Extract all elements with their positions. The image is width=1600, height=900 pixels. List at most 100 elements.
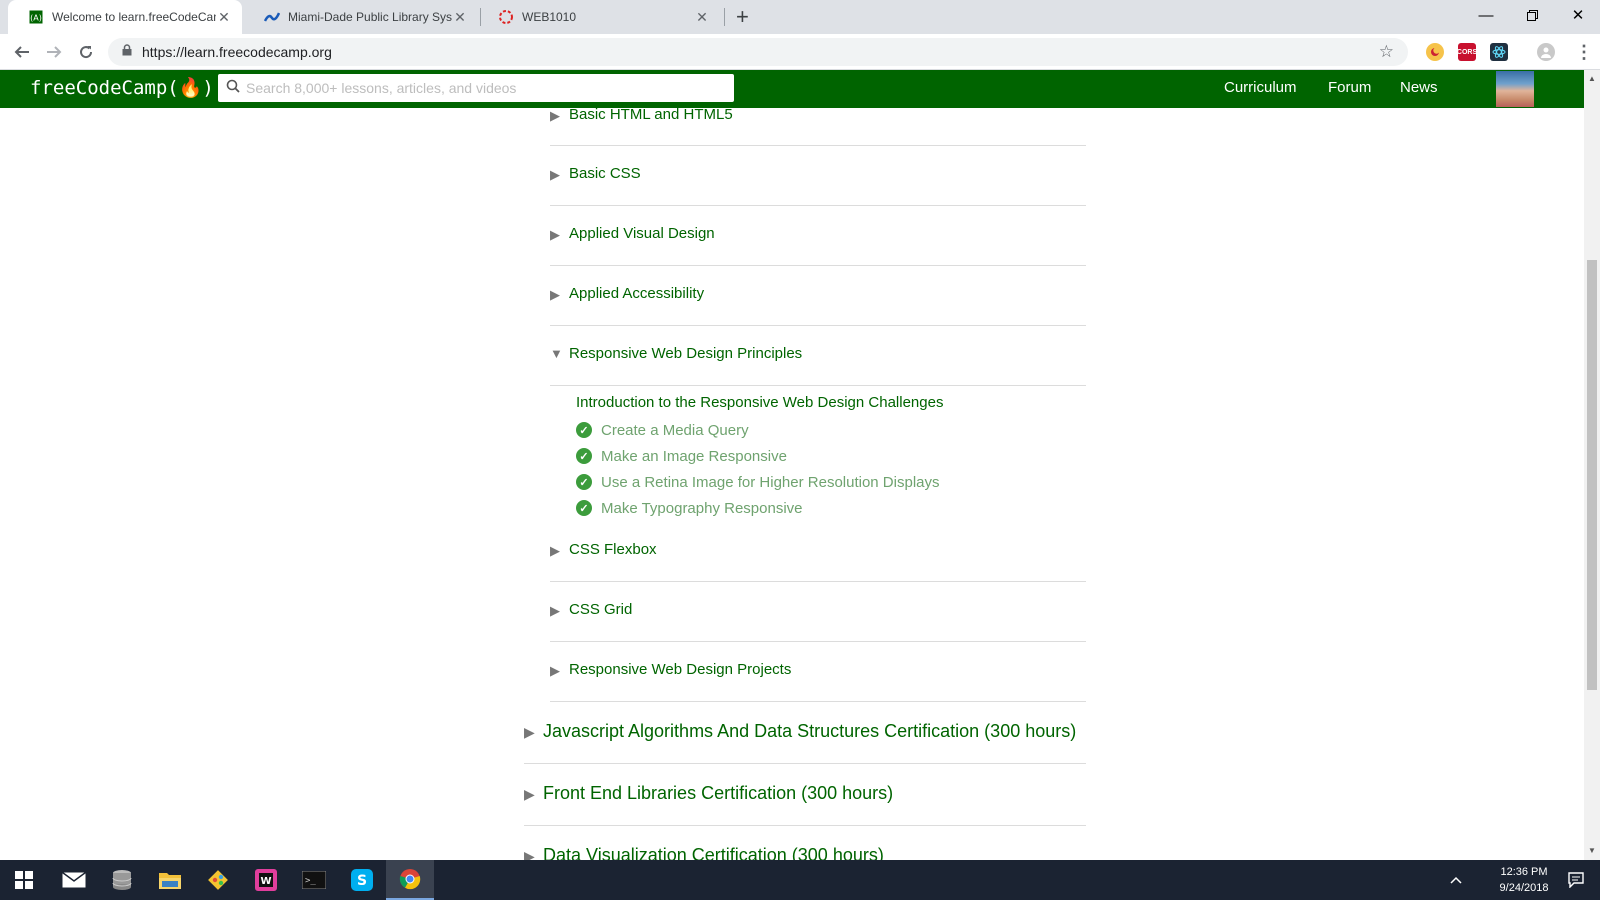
block-title[interactable]: Basic CSS — [569, 165, 641, 182]
block-intro-link[interactable]: Introduction to the Responsive Web Desig… — [576, 394, 943, 411]
windows-taskbar: W >_ S 12:36 PM 9/24/2018 — [0, 860, 1600, 900]
tab-separator — [724, 8, 725, 26]
block-row[interactable]: ▶ Responsive Web Design Projects — [550, 642, 1086, 702]
block-row[interactable]: ▶ Applied Visual Design — [550, 206, 1086, 266]
certification-title[interactable]: Front End Libraries Certification (300 h… — [543, 783, 893, 804]
expanded-arrow-icon: ▼ — [550, 346, 563, 361]
collapsed-arrow-icon: ▶ — [550, 543, 560, 558]
back-icon[interactable] — [10, 40, 34, 64]
bookmark-star-icon[interactable]: ☆ — [1379, 42, 1394, 62]
block-title[interactable]: Applied Accessibility — [569, 285, 704, 302]
completed-check-icon: ✓ — [576, 448, 592, 464]
tray-chevron-up-icon[interactable] — [1444, 860, 1468, 900]
fcc-favicon-icon: (A) — [28, 9, 44, 25]
new-tab-button[interactable]: + — [736, 4, 749, 30]
browser-toolbar: https://learn.freecodecamp.org ☆ CORS ⋮ — [0, 34, 1600, 70]
collapsed-arrow-icon: ▶ — [550, 663, 560, 678]
address-bar[interactable]: https://learn.freecodecamp.org ☆ — [108, 38, 1408, 66]
block-row[interactable]: ▶ CSS Grid — [550, 582, 1086, 642]
completed-check-icon: ✓ — [576, 500, 592, 516]
challenge-title[interactable]: Make an Image Responsive — [601, 448, 787, 465]
block-title[interactable]: Responsive Web Design Principles — [569, 345, 802, 362]
search-box[interactable] — [218, 74, 734, 102]
svg-text:W: W — [260, 876, 271, 887]
scroll-up-icon[interactable]: ▲ — [1588, 74, 1596, 83]
collapsed-arrow-icon: ▶ — [550, 108, 560, 123]
library-favicon-icon — [264, 9, 280, 25]
block-title[interactable]: Responsive Web Design Projects — [569, 661, 791, 678]
certification-row[interactable]: ▶ Front End Libraries Certification (300… — [524, 764, 1086, 826]
reload-icon[interactable] — [74, 40, 98, 64]
cors-icon[interactable]: CORS — [1457, 43, 1477, 61]
tab-close-icon[interactable]: ✕ — [216, 9, 232, 26]
block-title[interactable]: CSS Flexbox — [569, 541, 657, 558]
challenge-item[interactable]: ✓ Make Typography Responsive — [576, 498, 803, 518]
terminal-icon[interactable]: >_ — [290, 860, 338, 900]
clock-date: 9/24/2018 — [1499, 882, 1549, 894]
challenge-title[interactable]: Use a Retina Image for Higher Resolution… — [601, 474, 940, 491]
clock-time: 12:36 PM — [1500, 866, 1548, 878]
tab-miami-dade-library[interactable]: Miami-Dade Public Library Syste ✕ — [244, 0, 478, 34]
svg-text:S: S — [357, 873, 367, 889]
menu-kebab-icon[interactable]: ⋮ — [1572, 40, 1596, 64]
scrollbar-thumb[interactable] — [1587, 260, 1597, 690]
completed-check-icon: ✓ — [576, 474, 592, 490]
block-row[interactable]: ▶ Basic CSS — [550, 146, 1086, 206]
system-clock[interactable]: 12:36 PM 9/24/2018 — [1480, 864, 1568, 896]
user-avatar[interactable] — [1496, 71, 1534, 107]
block-row[interactable]: ▶ Basic HTML and HTML5 — [550, 108, 1086, 146]
challenge-item[interactable]: ✓ Make an Image Responsive — [576, 446, 787, 466]
certification-row[interactable]: ▶ Data Visualization Certification (300 … — [524, 826, 1086, 860]
nav-forum-link[interactable]: Forum — [1328, 79, 1371, 96]
search-input[interactable] — [246, 80, 716, 96]
collapsed-arrow-icon: ▶ — [550, 227, 560, 242]
nav-curriculum-link[interactable]: Curriculum — [1224, 79, 1297, 96]
skype-icon[interactable]: S — [338, 860, 386, 900]
file-explorer-icon[interactable] — [146, 860, 194, 900]
fcc-logo[interactable]: freeCodeCamp(🔥) — [30, 76, 214, 99]
tab-freecodecamp[interactable]: (A) Welcome to learn.freeCodeCamp ✕ — [8, 0, 242, 34]
windows-start-icon[interactable] — [0, 860, 48, 900]
forward-icon[interactable] — [42, 40, 66, 64]
fcc-navbar: freeCodeCamp(🔥) Curriculum Forum News — [0, 70, 1584, 108]
block-row-expanded[interactable]: ▼ Responsive Web Design Principles — [550, 326, 1086, 386]
tab-title: Welcome to learn.freeCodeCamp — [52, 10, 216, 24]
collapsed-arrow-icon: ▶ — [524, 848, 535, 860]
database-icon[interactable] — [98, 860, 146, 900]
tab-close-icon[interactable]: ✕ — [694, 9, 710, 26]
curriculum-map: ▶ Basic HTML and HTML5 ▶ Basic CSS ▶ App… — [0, 108, 1584, 860]
webstorm-icon[interactable]: W — [242, 860, 290, 900]
certification-row[interactable]: ▶ Javascript Algorithms And Data Structu… — [524, 702, 1086, 764]
git-icon[interactable] — [194, 860, 242, 900]
block-title[interactable]: Basic HTML and HTML5 — [569, 108, 733, 123]
nav-news-link[interactable]: News — [1400, 79, 1438, 96]
svg-text:>_: >_ — [305, 876, 316, 886]
svg-text:(A): (A) — [30, 14, 42, 23]
chrome-icon[interactable] — [386, 860, 434, 900]
collapsed-arrow-icon: ▶ — [524, 724, 535, 740]
block-title[interactable]: Applied Visual Design — [569, 225, 715, 242]
certification-title[interactable]: Javascript Algorithms And Data Structure… — [543, 721, 1076, 742]
challenge-title[interactable]: Make Typography Responsive — [601, 500, 803, 517]
page-scrollbar[interactable]: ▲ ▼ — [1584, 70, 1600, 860]
block-row[interactable]: ▶ Applied Accessibility — [550, 266, 1086, 326]
react-devtools-icon[interactable] — [1490, 43, 1508, 61]
profile-icon[interactable] — [1537, 43, 1555, 61]
restore-icon[interactable] — [1509, 0, 1555, 30]
close-window-icon[interactable]: ✕ — [1555, 0, 1600, 30]
night-icon[interactable] — [1426, 43, 1444, 61]
action-center-icon[interactable] — [1558, 860, 1594, 900]
tab-close-icon[interactable]: ✕ — [452, 9, 468, 26]
tab-web1010[interactable]: WEB1010 ✕ — [478, 0, 720, 34]
block-row[interactable]: ▶ CSS Flexbox — [550, 522, 1086, 582]
scroll-down-icon[interactable]: ▼ — [1588, 846, 1596, 855]
challenge-title[interactable]: Create a Media Query — [601, 422, 749, 439]
collapsed-arrow-icon: ▶ — [550, 287, 560, 302]
block-title[interactable]: CSS Grid — [569, 601, 632, 618]
certification-title[interactable]: Data Visualization Certification (300 ho… — [543, 845, 884, 860]
challenge-item[interactable]: ✓ Use a Retina Image for Higher Resoluti… — [576, 472, 940, 492]
mail-icon[interactable] — [50, 860, 98, 900]
minimize-icon[interactable]: — — [1463, 0, 1509, 30]
collapsed-arrow-icon: ▶ — [550, 603, 560, 618]
challenge-item[interactable]: ✓ Create a Media Query — [576, 420, 749, 440]
